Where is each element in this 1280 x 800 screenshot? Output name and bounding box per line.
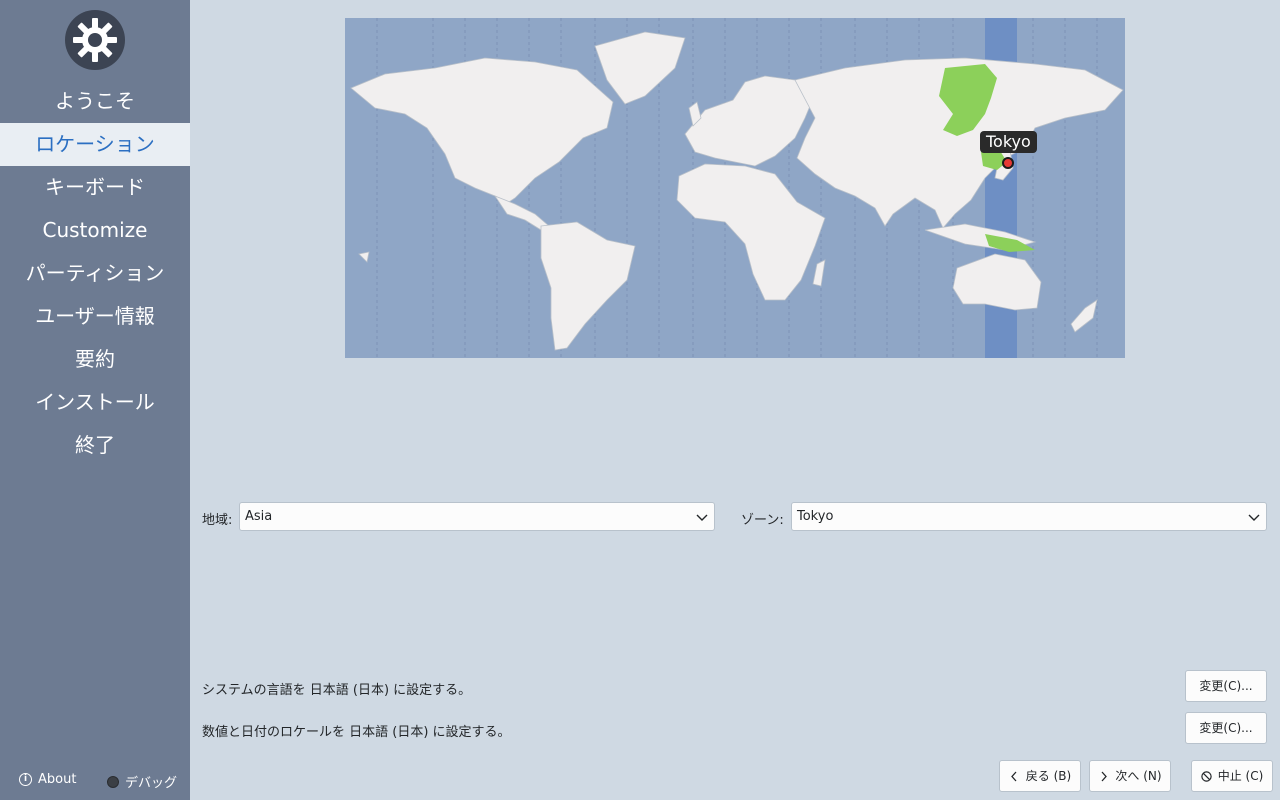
change-language-button[interactable]: 変更(C)... bbox=[1185, 670, 1267, 702]
chevron-down-icon bbox=[1248, 514, 1260, 521]
installer-logo-icon bbox=[65, 10, 125, 70]
sidebar-item-keyboard[interactable]: キーボード bbox=[0, 166, 190, 209]
back-button[interactable]: 戻る (B) bbox=[999, 760, 1081, 792]
sidebar-item-users[interactable]: ユーザー情報 bbox=[0, 295, 190, 338]
sidebar-item-partition[interactable]: パーティション bbox=[0, 252, 190, 295]
back-label: 戻る (B) bbox=[1025, 769, 1072, 783]
number-locale-text: 数値と日付のロケールを 日本語 (日本) に設定する。 bbox=[202, 725, 511, 740]
chevron-left-icon bbox=[1010, 771, 1017, 781]
sidebar-item-location[interactable]: ロケーション bbox=[0, 123, 190, 166]
sidebar-item-customize[interactable]: Customize bbox=[0, 209, 190, 252]
sidebar-item-finish[interactable]: 終了 bbox=[0, 424, 190, 467]
sidebar-item-welcome[interactable]: ようこそ bbox=[0, 80, 190, 123]
change-locale-label: 変更(C)... bbox=[1199, 721, 1253, 735]
about-button[interactable]: i About bbox=[19, 772, 76, 787]
about-label: About bbox=[38, 772, 77, 787]
info-icon: i bbox=[19, 773, 32, 786]
zone-select[interactable]: Tokyo bbox=[791, 502, 1267, 531]
cancel-button[interactable]: 中止 (C) bbox=[1191, 760, 1273, 792]
selected-city-label: Tokyo bbox=[980, 131, 1037, 153]
debug-icon bbox=[107, 775, 119, 788]
change-language-label: 変更(C)... bbox=[1199, 679, 1253, 693]
region-label: 地域: bbox=[202, 513, 233, 528]
sidebar-item-install[interactable]: インストール bbox=[0, 381, 190, 424]
region-select[interactable]: Asia bbox=[239, 502, 715, 531]
cancel-icon bbox=[1201, 770, 1212, 782]
debug-label: デバッグ bbox=[125, 776, 178, 791]
zone-label: ゾーン: bbox=[741, 513, 784, 528]
next-button[interactable]: 次へ (N) bbox=[1089, 760, 1171, 792]
next-label: 次へ (N) bbox=[1115, 769, 1162, 783]
sidebar: ようこそ ロケーション キーボード Customize パーティション ユーザー… bbox=[0, 0, 190, 800]
sidebar-item-summary[interactable]: 要約 bbox=[0, 338, 190, 381]
change-locale-button[interactable]: 変更(C)... bbox=[1185, 712, 1267, 744]
timezone-map[interactable] bbox=[345, 18, 1125, 358]
chevron-down-icon bbox=[696, 514, 708, 521]
system-language-text: システムの言語を 日本語 (日本) に設定する。 bbox=[202, 683, 472, 698]
chevron-right-icon bbox=[1101, 771, 1108, 781]
region-value: Asia bbox=[245, 509, 273, 524]
debug-button[interactable]: デバッグ bbox=[107, 772, 177, 791]
city-pin-icon[interactable] bbox=[1002, 157, 1014, 169]
sidebar-footer: i About デバッグ bbox=[0, 770, 190, 792]
cancel-label: 中止 (C) bbox=[1217, 769, 1264, 783]
step-nav: ようこそ ロケーション キーボード Customize パーティション ユーザー… bbox=[0, 80, 190, 467]
zone-value: Tokyo bbox=[797, 509, 834, 524]
